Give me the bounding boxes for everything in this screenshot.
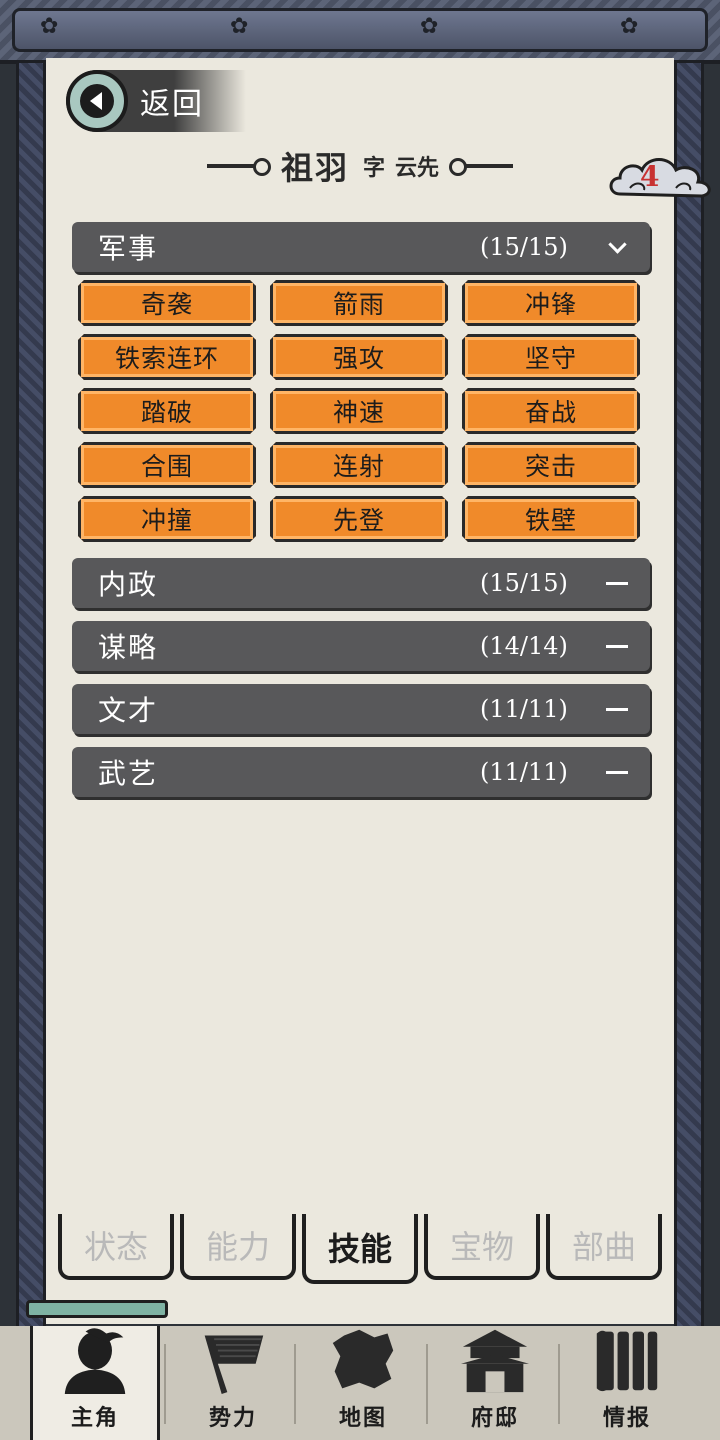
category-count: (11/11): [480, 758, 568, 786]
right-pillar: [674, 60, 704, 1330]
flower-ornament-icon: ✿: [420, 14, 439, 39]
skill-button[interactable]: 先登: [270, 496, 448, 542]
skill-button[interactable]: 奋战: [462, 388, 640, 434]
category-count: (15/15): [480, 233, 568, 261]
cloud-badge[interactable]: 4: [606, 150, 716, 206]
nav-label: 情报: [602, 1406, 651, 1431]
left-pillar: [16, 60, 46, 1330]
back-label: 返回: [140, 87, 204, 122]
category-strategy[interactable]: 谋略 (14/14): [72, 621, 650, 671]
mansion-icon: [461, 1329, 529, 1393]
nav-divider: [558, 1344, 560, 1424]
nav-label: 地图: [338, 1406, 387, 1431]
nav-faction[interactable]: 势力: [168, 1326, 298, 1440]
skill-button[interactable]: 奇袭: [78, 280, 256, 326]
tab-ability[interactable]: 能力: [180, 1214, 296, 1280]
flower-ornament-icon: ✿: [620, 14, 639, 39]
bottom-nav: 主角 势力 地图 府邸 情报: [0, 1326, 720, 1440]
category-name: 谋略: [98, 631, 159, 664]
skill-button[interactable]: 踏破: [78, 388, 256, 434]
skill-button[interactable]: 神速: [270, 388, 448, 434]
category-count: (14/14): [480, 632, 568, 660]
skill-button[interactable]: 突击: [462, 442, 640, 488]
tab-status[interactable]: 状态: [58, 1214, 174, 1280]
nav-divider: [294, 1344, 296, 1424]
nav-divider: [426, 1344, 428, 1424]
flag-icon: [204, 1335, 264, 1394]
badge-count: 4: [640, 160, 660, 193]
title-ornament-left: [206, 158, 271, 176]
nav-label: 主角: [70, 1406, 119, 1431]
nav-divider: [164, 1344, 166, 1424]
tab-troops[interactable]: 部曲: [546, 1214, 662, 1280]
skill-button[interactable]: 连射: [270, 442, 448, 488]
chevron-down-icon: [604, 234, 630, 260]
collapse-dash-icon: [604, 633, 630, 659]
back-arrow-icon: [66, 70, 128, 132]
category-martial[interactable]: 武艺 (11/11): [72, 747, 650, 797]
skill-button[interactable]: 坚守: [462, 334, 640, 380]
collapse-dash-icon: [604, 759, 630, 785]
category-count: (15/15): [480, 569, 568, 597]
flower-ornament-icon: ✿: [230, 14, 249, 39]
cloud-icon: [609, 158, 711, 198]
top-ornament-bar: ✿ ✿ ✿ ✿: [0, 0, 720, 64]
nav-mansion[interactable]: 府邸: [430, 1326, 560, 1440]
collapse-dash-icon: [604, 570, 630, 596]
nav-intel[interactable]: 情报: [562, 1326, 692, 1440]
category-name: 文才: [98, 694, 159, 727]
title-ornament-right: [449, 158, 514, 176]
nav-map[interactable]: 地图: [298, 1326, 428, 1440]
courtesy-name-label: 字: [362, 156, 385, 181]
tab-skills[interactable]: 技能: [302, 1214, 418, 1284]
scroll-icon: [596, 1330, 658, 1392]
warrior-icon: [64, 1328, 126, 1394]
category-name: 军事: [98, 232, 159, 265]
active-nav-tab-marker: [26, 1300, 168, 1318]
category-name: 内政: [98, 568, 159, 601]
character-name-title: 祖羽 字 云先: [180, 140, 540, 192]
category-count: (11/11): [480, 695, 568, 723]
skill-button[interactable]: 冲撞: [78, 496, 256, 542]
skill-button[interactable]: 合围: [78, 442, 256, 488]
skill-button[interactable]: 强攻: [270, 334, 448, 380]
character-name: 祖羽: [280, 149, 349, 187]
courtesy-name: 云先: [395, 156, 440, 181]
category-name: 武艺: [98, 757, 159, 790]
skill-button[interactable]: 铁壁: [462, 496, 640, 542]
category-military[interactable]: 军事 (15/15): [72, 222, 650, 272]
skill-button[interactable]: 冲锋: [462, 280, 640, 326]
nav-label: 势力: [208, 1406, 257, 1431]
flower-ornament-icon: ✿: [40, 14, 59, 39]
skill-button[interactable]: 箭雨: [270, 280, 448, 326]
collapse-dash-icon: [604, 696, 630, 722]
category-literary[interactable]: 文才 (11/11): [72, 684, 650, 734]
top-scroll-roll: [12, 8, 708, 52]
tab-treasure[interactable]: 宝物: [424, 1214, 540, 1280]
skill-button[interactable]: 铁索连环: [78, 334, 256, 380]
nav-protagonist[interactable]: 主角: [30, 1326, 160, 1440]
category-internal-affairs[interactable]: 内政 (15/15): [72, 558, 650, 608]
back-button[interactable]: 返回: [66, 70, 246, 132]
map-icon: [332, 1329, 394, 1389]
nav-label: 府邸: [470, 1406, 519, 1431]
